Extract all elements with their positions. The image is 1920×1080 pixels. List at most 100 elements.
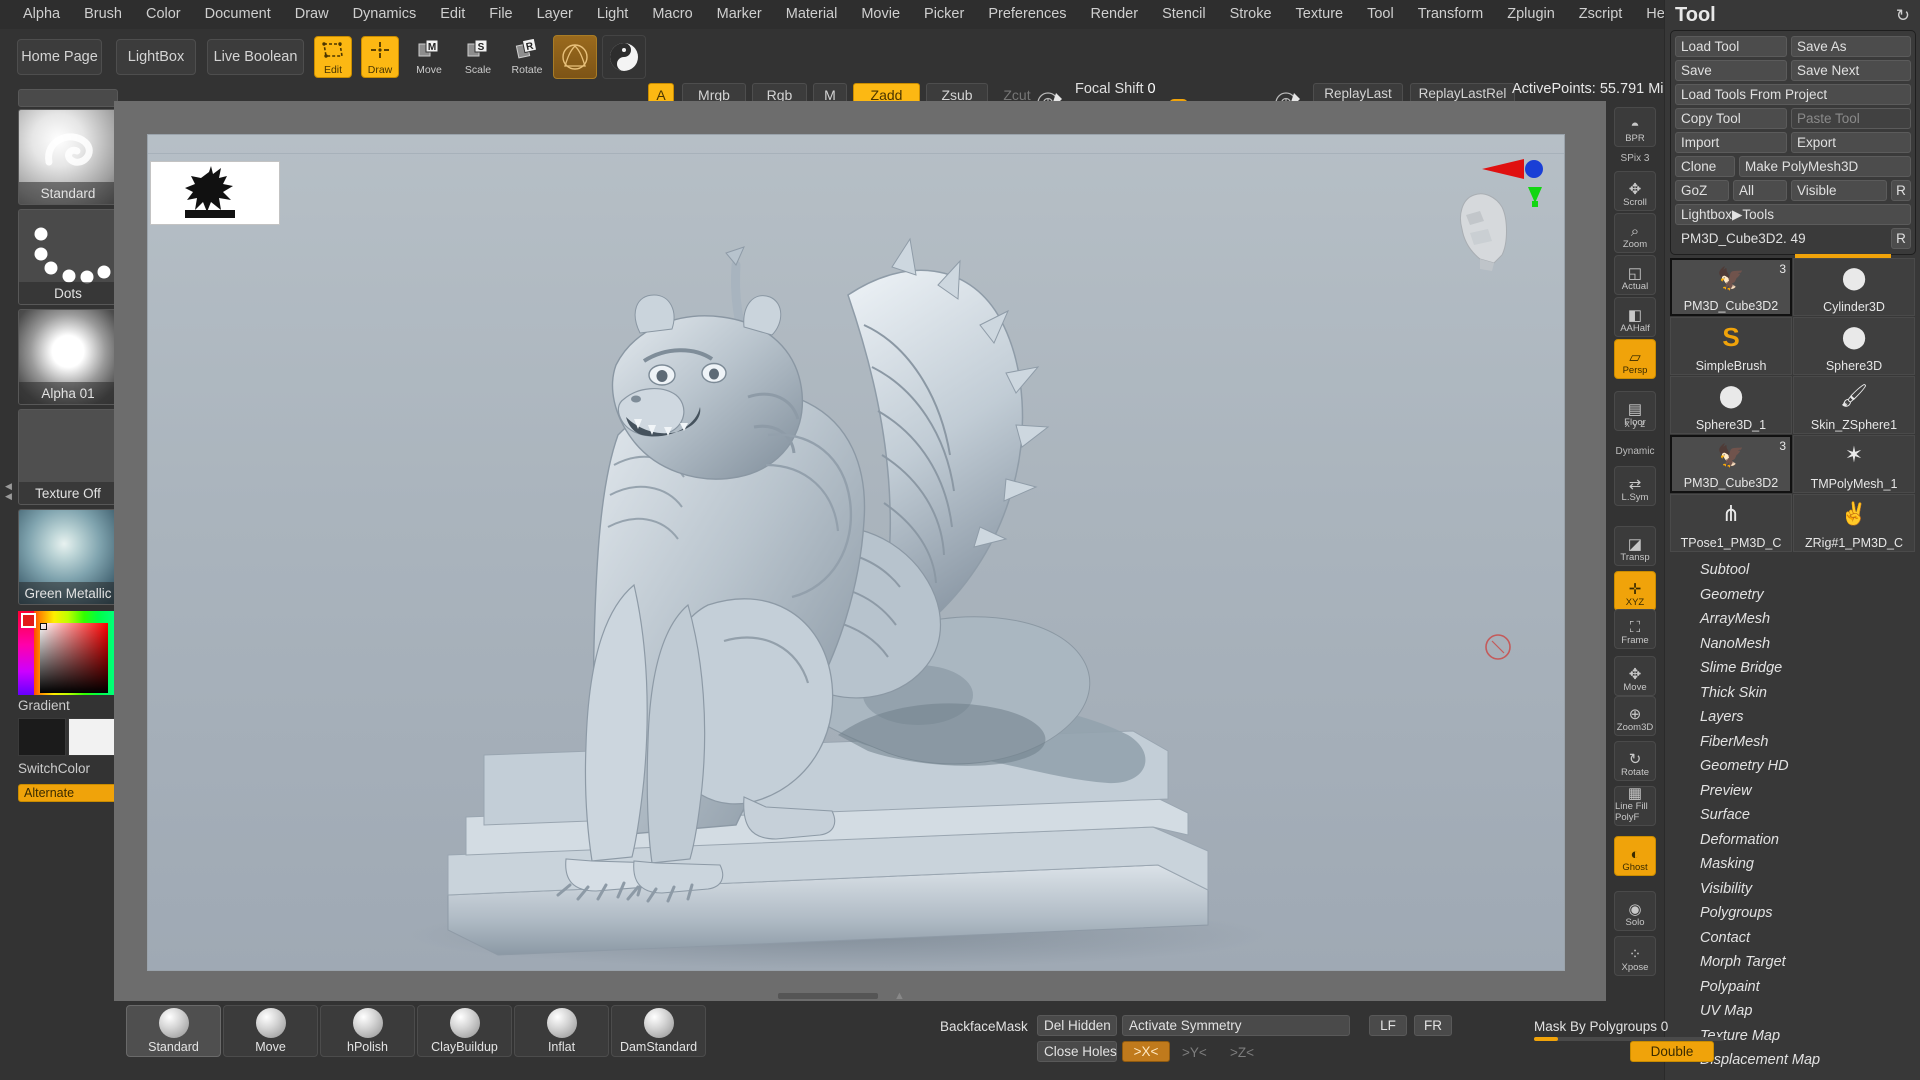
current-color-swatch[interactable] — [21, 613, 36, 628]
subpalette-fibermesh[interactable]: FiberMesh — [1665, 730, 1920, 755]
right-shelf-move-button[interactable]: ✥Move — [1614, 656, 1656, 696]
menu-item-stroke[interactable]: Stroke — [1219, 3, 1283, 27]
goz-button[interactable]: GoZ — [1675, 180, 1729, 201]
rotate-mode-button[interactable]: R Rotate — [508, 36, 546, 78]
subpalette-geometry-hd[interactable]: Geometry HD — [1665, 754, 1920, 779]
menu-item-zscript[interactable]: Zscript — [1568, 3, 1634, 27]
right-shelf-ghost-button[interactable]: ◐Ghost — [1614, 836, 1656, 876]
save-as-button[interactable]: Save As — [1791, 36, 1911, 57]
paste-tool-button[interactable]: Paste Tool — [1791, 108, 1911, 129]
save-button[interactable]: Save — [1675, 60, 1787, 81]
tool-item-sphere3d[interactable]: ⬤Sphere3D — [1793, 317, 1915, 375]
subpalette-visibility[interactable]: Visibility — [1665, 877, 1920, 902]
right-shelf-solo-button[interactable]: ◉Solo — [1614, 891, 1656, 931]
refresh-icon[interactable]: ↻ — [1896, 6, 1910, 26]
material-swatch[interactable]: Green Metallic — [18, 509, 118, 605]
right-shelf-zoom-button[interactable]: ⌕Zoom — [1614, 213, 1656, 253]
subpalette-polygroups[interactable]: Polygroups — [1665, 901, 1920, 926]
lightbox-button[interactable]: LightBox — [116, 39, 196, 75]
live-boolean-button[interactable]: Live Boolean — [207, 39, 304, 75]
right-shelf-l-sym-button[interactable]: ⇄L.Sym — [1614, 466, 1656, 506]
activate-symmetry-button[interactable]: Activate Symmetry — [1122, 1015, 1350, 1036]
menu-item-stencil[interactable]: Stencil — [1151, 3, 1217, 27]
symmetry-y-button[interactable]: >Y< — [1182, 1045, 1207, 1060]
right-shelf-scroll-button[interactable]: ✥Scroll — [1614, 171, 1656, 211]
menu-item-brush[interactable]: Brush — [73, 3, 133, 27]
menu-item-picker[interactable]: Picker — [913, 3, 975, 27]
menu-item-preferences[interactable]: Preferences — [977, 3, 1077, 27]
menu-item-marker[interactable]: Marker — [706, 3, 773, 27]
primary-color-swatch[interactable] — [18, 718, 66, 756]
menu-item-draw[interactable]: Draw — [284, 3, 340, 27]
menu-item-alpha[interactable]: Alpha — [12, 3, 71, 27]
tool-item-tpose1-pm3d-c[interactable]: ⋔TPose1_PM3D_C — [1670, 494, 1792, 552]
backfacemask-label[interactable]: BackfaceMask — [940, 1019, 1028, 1034]
subpalette-subtool[interactable]: Subtool — [1665, 558, 1920, 583]
tool-item-pm3d-cube3d2[interactable]: 🦅3PM3D_Cube3D2 — [1670, 435, 1792, 493]
symmetry-x-button[interactable]: >X< — [1122, 1041, 1170, 1062]
clone-button[interactable]: Clone — [1675, 156, 1735, 177]
export-button[interactable]: Export — [1791, 132, 1911, 153]
menu-item-edit[interactable]: Edit — [429, 3, 476, 27]
current-material-swatch[interactable] — [553, 35, 597, 79]
tool-item-tmpolymesh-1[interactable]: ✶TMPolyMesh_1 — [1793, 435, 1915, 493]
right-shelf-xpose-button[interactable]: ⁘Xpose — [1614, 936, 1656, 976]
menu-item-layer[interactable]: Layer — [526, 3, 584, 27]
brush-button-standard[interactable]: Standard — [126, 1005, 221, 1057]
menu-item-tool[interactable]: Tool — [1356, 3, 1405, 27]
alternate-button[interactable]: Alternate — [18, 784, 118, 802]
current-brush-swatch[interactable] — [602, 35, 646, 79]
current-tool-name[interactable]: PM3D_Cube3D2. 49 — [1675, 228, 1887, 249]
tool-item-skin-zsphere1[interactable]: 🖌Skin_ZSphere1 — [1793, 376, 1915, 434]
move-mode-button[interactable]: M Move — [410, 36, 448, 78]
subpalette-slime-bridge[interactable]: Slime Bridge — [1665, 656, 1920, 681]
make-polymesh3d-button[interactable]: Make PolyMesh3D — [1739, 156, 1911, 177]
menu-item-macro[interactable]: Macro — [641, 3, 703, 27]
double-button[interactable]: Double — [1630, 1041, 1714, 1062]
secondary-color-swatch[interactable] — [68, 718, 116, 756]
edit-mode-button[interactable]: Edit — [314, 36, 352, 78]
lightbox-tools-button[interactable]: Lightbox▶Tools — [1675, 204, 1911, 225]
document-canvas[interactable] — [147, 134, 1565, 971]
subpalette-geometry[interactable]: Geometry — [1665, 583, 1920, 608]
canvas-scrollbar[interactable] — [778, 993, 878, 999]
subpalette-preview[interactable]: Preview — [1665, 779, 1920, 804]
menu-item-dynamics[interactable]: Dynamics — [342, 3, 428, 27]
subpalette-morph-target[interactable]: Morph Target — [1665, 950, 1920, 975]
canvas-area[interactable]: ▲ — [114, 101, 1606, 1001]
menu-item-zplugin[interactable]: Zplugin — [1496, 3, 1566, 27]
sidebar-collapse-arrows[interactable]: ◀◀ — [5, 481, 13, 511]
goz-r-button[interactable]: R — [1891, 180, 1911, 201]
brush-button-claybuildup[interactable]: ClayBuildup — [417, 1005, 512, 1057]
home-page-button[interactable]: Home Page — [17, 39, 102, 75]
scale-mode-button[interactable]: S Scale — [459, 36, 497, 78]
tool-item-sphere3d-1[interactable]: ⬤Sphere3D_1 — [1670, 376, 1792, 434]
import-button[interactable]: Import — [1675, 132, 1787, 153]
subpalette-deformation[interactable]: Deformation — [1665, 828, 1920, 853]
texture-swatch[interactable]: Texture Off — [18, 409, 118, 505]
color-picker[interactable] — [18, 611, 118, 695]
right-shelf-rotate-button[interactable]: ↻Rotate — [1614, 741, 1656, 781]
load-tools-from-project-button[interactable]: Load Tools From Project — [1675, 84, 1911, 105]
gradient-label[interactable]: Gradient — [18, 698, 70, 713]
right-shelf-frame-button[interactable]: ⛶Frame — [1614, 609, 1656, 649]
right-shelf-actual-button[interactable]: ◱Actual — [1614, 255, 1656, 295]
subpalette-layers[interactable]: Layers — [1665, 705, 1920, 730]
menu-item-color[interactable]: Color — [135, 3, 192, 27]
right-shelf-zoom3d-button[interactable]: ⊕Zoom3D — [1614, 696, 1656, 736]
right-shelf-line-fill-polyf-button[interactable]: ▦Line Fill PolyF — [1614, 786, 1656, 826]
current-tool-r-button[interactable]: R — [1891, 228, 1911, 249]
right-shelf-transp-button[interactable]: ◪Transp — [1614, 526, 1656, 566]
menu-item-file[interactable]: File — [478, 3, 523, 27]
tool-item-pm3d-cube3d2[interactable]: 🦅3PM3D_Cube3D2 — [1670, 258, 1792, 316]
menu-item-material[interactable]: Material — [775, 3, 849, 27]
subpalette-nanomesh[interactable]: NanoMesh — [1665, 632, 1920, 657]
close-holes-button[interactable]: Close Holes — [1037, 1041, 1117, 1062]
brush-button-inflat[interactable]: Inflat — [514, 1005, 609, 1057]
tool-item-simplebrush[interactable]: SSimpleBrush — [1670, 317, 1792, 375]
alpha-swatch[interactable]: Alpha 01 — [18, 309, 118, 405]
menu-item-movie[interactable]: Movie — [850, 3, 911, 27]
switchcolor-label[interactable]: SwitchColor — [18, 761, 90, 776]
tool-item-cylinder3d[interactable]: ⬤Cylinder3D — [1793, 258, 1915, 316]
tool-item-zrig-1-pm3d-c[interactable]: ✌ZRig#1_PM3D_C — [1793, 494, 1915, 552]
